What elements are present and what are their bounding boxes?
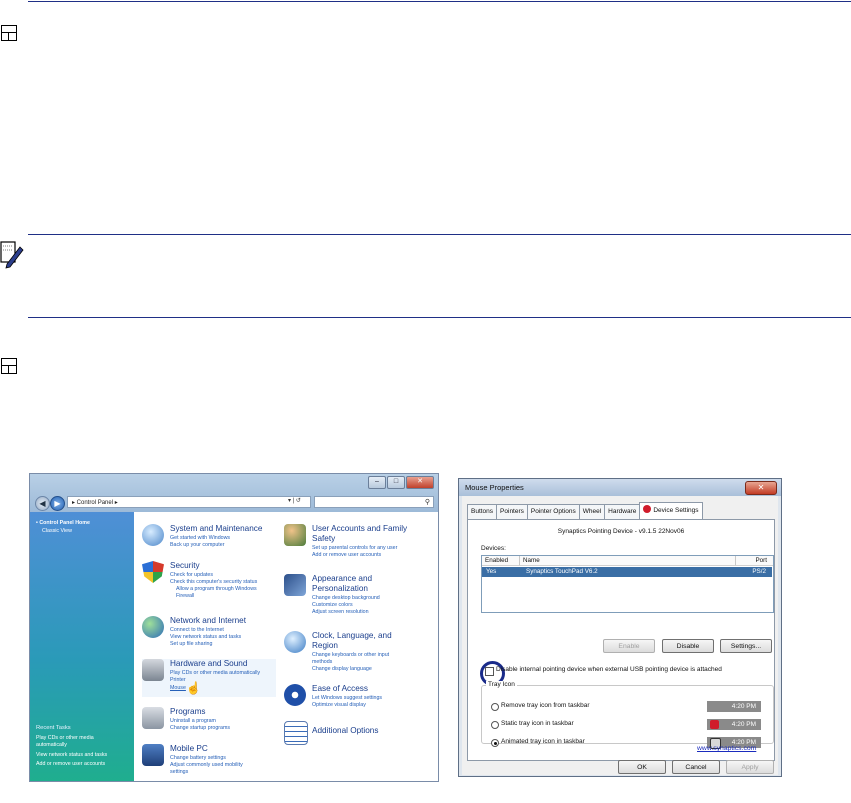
category-hardware[interactable]: Hardware and Sound Play CDs or other med… bbox=[142, 659, 276, 697]
tab-pointer-options[interactable]: Pointer Options bbox=[526, 504, 580, 519]
tray-icon-group bbox=[481, 685, 774, 744]
laptop-icon bbox=[142, 744, 164, 766]
programs-icon bbox=[142, 707, 164, 729]
shield-icon bbox=[142, 561, 164, 583]
tab-pointers[interactable]: Pointers bbox=[496, 504, 528, 519]
dialog-title: Mouse Properties bbox=[465, 483, 524, 492]
printer-hardware-icon bbox=[142, 659, 164, 681]
refresh-icon[interactable]: ▾ | ↺ bbox=[288, 497, 301, 504]
step-box-icon bbox=[1, 358, 17, 374]
globe-network-icon bbox=[142, 616, 164, 638]
table-row[interactable]: Yes Synaptics TouchPad V6.2 PS/2 bbox=[482, 567, 772, 577]
close-button[interactable]: ✕ bbox=[406, 476, 434, 489]
tray-icon-legend: Tray Icon bbox=[486, 681, 517, 688]
radio-static-tray[interactable] bbox=[491, 721, 499, 729]
disable-button[interactable]: Disable bbox=[662, 639, 714, 653]
dialog-body: Buttons Pointers Pointer Options Wheel H… bbox=[462, 496, 778, 775]
category-security[interactable]: Security Check for updates Check this co… bbox=[142, 561, 292, 603]
tab-buttons[interactable]: Buttons bbox=[467, 504, 498, 519]
options-list-icon bbox=[284, 721, 308, 745]
device-version: Synaptics Pointing Device - v9.1.5 22Nov… bbox=[557, 528, 685, 535]
cancel-button[interactable]: Cancel bbox=[672, 760, 720, 774]
device-settings-pane: Synaptics Pointing Device - v9.1.5 22Nov… bbox=[467, 519, 775, 761]
category-network[interactable]: Network and Internet Connect to the Inte… bbox=[142, 616, 292, 648]
mouse-link[interactable]: Mouse bbox=[170, 685, 186, 692]
control-panel-window: – □ ✕ ◀ ▶ ▸ Control Panel ▸ ▾ | ↺ ⚲ • Co… bbox=[29, 473, 439, 782]
category-additional-options[interactable]: Additional Options bbox=[284, 721, 434, 745]
settings-button[interactable]: Settings... bbox=[720, 639, 772, 653]
tray-preview-none: 4:20 PM bbox=[707, 701, 761, 712]
recent-task[interactable]: View network status and tasks bbox=[36, 752, 107, 758]
recent-task[interactable]: Add or remove user accounts bbox=[36, 761, 105, 767]
hand-cursor-icon: ☝ bbox=[186, 681, 201, 695]
category-user-accounts[interactable]: User Accounts and Family Safety Set up p… bbox=[284, 524, 434, 564]
category-programs[interactable]: Programs Uninstall a program Change star… bbox=[142, 707, 292, 733]
window-chrome: – □ ✕ ◀ ▶ ▸ Control Panel ▸ ▾ | ↺ ⚲ bbox=[30, 474, 438, 512]
sidebar: • Control Panel Home Classic View Recent… bbox=[30, 512, 134, 781]
column-enabled[interactable]: Enabled bbox=[482, 556, 520, 566]
sidebar-item-classic[interactable]: Classic View bbox=[42, 528, 72, 534]
system-maintenance-icon bbox=[142, 524, 164, 546]
address-bar[interactable]: ▸ Control Panel ▸ bbox=[67, 496, 311, 508]
close-button[interactable]: ✕ bbox=[745, 481, 777, 495]
radio-animated-tray[interactable] bbox=[491, 739, 499, 747]
tray-preview-static: 4:20 PM bbox=[707, 719, 761, 730]
minimize-button[interactable]: – bbox=[368, 476, 386, 489]
back-button[interactable]: ◀ bbox=[35, 496, 50, 511]
devices-list[interactable]: Enabled Name Port Yes Synaptics TouchPad… bbox=[481, 555, 774, 613]
note-bottom-rule bbox=[28, 317, 851, 318]
tab-hardware[interactable]: Hardware bbox=[604, 504, 641, 519]
top-rule bbox=[28, 1, 851, 2]
search-icon[interactable]: ⚲ bbox=[425, 497, 430, 508]
accessibility-icon bbox=[284, 684, 306, 706]
dialog-title-bar: Mouse Properties ✕ bbox=[459, 479, 781, 496]
recent-tasks-heading: Recent Tasks bbox=[36, 725, 71, 731]
note-top-rule bbox=[28, 234, 851, 235]
sidebar-item-home[interactable]: • Control Panel Home bbox=[36, 520, 90, 526]
devices-label: Devices: bbox=[481, 545, 506, 552]
column-port[interactable]: Port bbox=[736, 556, 773, 566]
static-tray-icon bbox=[710, 720, 719, 729]
note-pencil-icon bbox=[0, 241, 24, 269]
apply-button[interactable]: Apply bbox=[726, 760, 774, 774]
tab-wheel[interactable]: Wheel bbox=[578, 504, 606, 519]
ok-button[interactable]: OK bbox=[618, 760, 666, 774]
synaptics-icon bbox=[643, 505, 652, 513]
search-input[interactable]: ⚲ bbox=[314, 496, 434, 508]
enable-button[interactable]: Enable bbox=[603, 639, 655, 653]
clock-globe-icon bbox=[284, 631, 306, 653]
tab-device-settings[interactable]: Device Settings bbox=[639, 502, 703, 519]
tab-strip: Buttons Pointers Pointer Options Wheel H… bbox=[467, 502, 703, 519]
recent-task[interactable]: Play CDs or other media bbox=[36, 735, 94, 741]
step-box-icon bbox=[1, 25, 17, 41]
recent-task[interactable]: automatically bbox=[36, 742, 67, 748]
mouse-properties-dialog: Mouse Properties ✕ Buttons Pointers Poin… bbox=[458, 478, 782, 777]
disable-internal-label: Disable internal pointing device when ex… bbox=[496, 666, 722, 673]
category-appearance[interactable]: Appearance and Personalization Change de… bbox=[284, 574, 434, 615]
synaptics-link[interactable]: www.synaptics.com bbox=[697, 745, 756, 752]
radio-remove-tray[interactable] bbox=[491, 703, 499, 711]
column-name[interactable]: Name bbox=[520, 556, 736, 566]
maximize-button[interactable]: □ bbox=[387, 476, 405, 489]
appearance-icon bbox=[284, 574, 306, 596]
category-clock-language[interactable]: Clock, Language, and Region Change keybo… bbox=[284, 631, 434, 672]
category-mobile-pc[interactable]: Mobile PC Change battery settings Adjust… bbox=[142, 744, 292, 778]
users-icon bbox=[284, 524, 306, 546]
category-ease-of-access[interactable]: Ease of Access Let Windows suggest setti… bbox=[284, 684, 434, 710]
category-system[interactable]: System and Maintenance Get started with … bbox=[142, 524, 292, 554]
category-panel: System and Maintenance Get started with … bbox=[134, 512, 438, 781]
forward-button[interactable]: ▶ bbox=[50, 496, 65, 511]
